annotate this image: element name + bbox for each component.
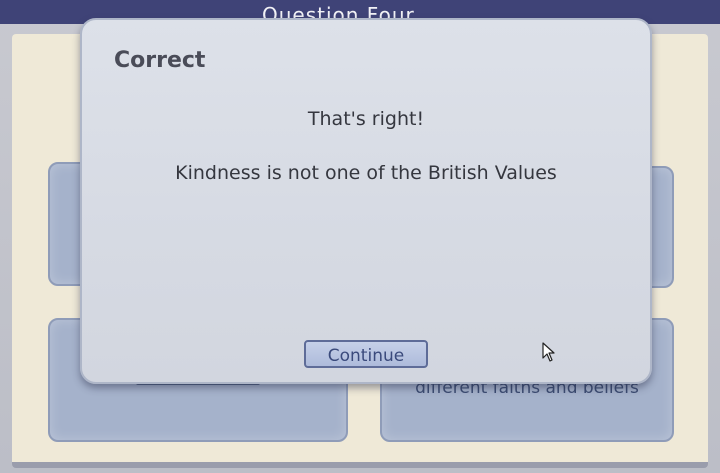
quiz-screen: Question Four different faiths and belie… [0,0,720,473]
dialog-headline: That's right! [307,108,425,130]
feedback-dialog: Correct That's right! Kindness is not on… [80,18,652,384]
dialog-message: Kindness is not one of the British Value… [175,162,557,184]
dialog-title: Correct [114,48,206,73]
continue-button[interactable]: Continue [304,340,428,368]
mouse-pointer-icon [542,342,555,362]
